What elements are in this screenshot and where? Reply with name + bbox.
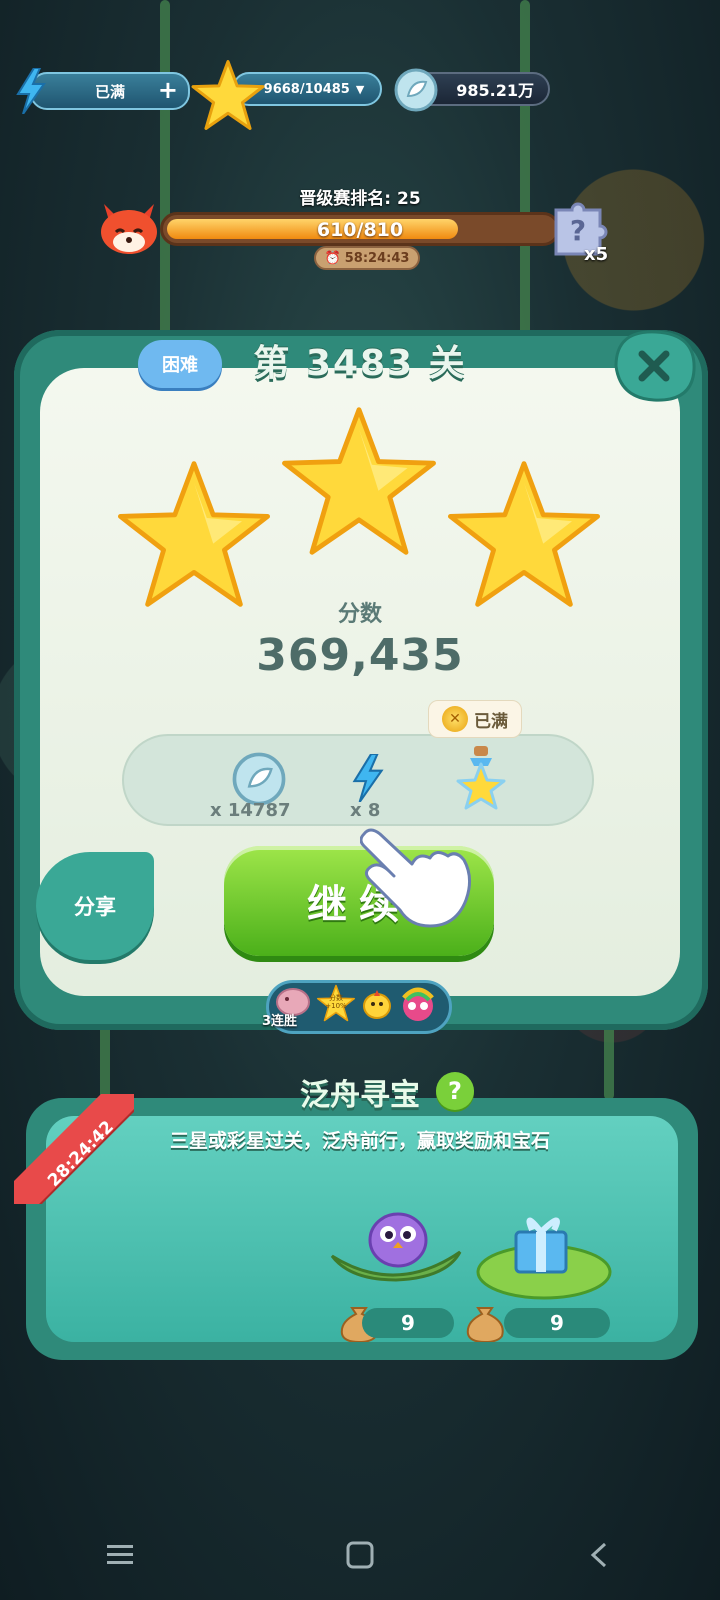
star-bonus-line1: 分数: [329, 994, 343, 1002]
gift-counter: 9: [504, 1308, 610, 1338]
star-bonus-line2: +10%: [325, 1002, 347, 1010]
vine-left: [160, 0, 170, 340]
result-star-3: [448, 461, 600, 607]
add-energy-button[interactable]: +: [158, 76, 178, 104]
clock-icon: ⏰: [324, 250, 341, 266]
boat-counter: 9: [362, 1308, 454, 1338]
star-bonus-text: 分数 +10%: [322, 994, 350, 1010]
share-label: 分享: [74, 895, 116, 919]
coins-count: 985.21万: [456, 81, 534, 100]
lightning-icon: [16, 68, 46, 114]
energy-status: 已满: [94, 82, 125, 101]
leaf-coin-icon: [232, 752, 286, 806]
event-timer-ribbon: 28:24:42: [14, 1094, 134, 1204]
ranking-progress-bar: 610/810: [160, 212, 560, 246]
pointing-hand-icon: [360, 828, 471, 928]
full-tag: ✕ 已满: [428, 700, 522, 738]
energy-pill[interactable]: 已满 +: [30, 72, 190, 110]
win-streak-label: 3连胜: [262, 1014, 298, 1029]
owl-boat-icon: [330, 1212, 462, 1282]
system-nav-bar: [0, 1510, 720, 1600]
result-star-2: [282, 407, 436, 555]
stars-count: 9668/10485: [263, 81, 350, 97]
full-tag-text: 已满: [474, 711, 508, 732]
star-icon: [191, 60, 265, 130]
help-icon[interactable]: ?: [436, 1072, 474, 1110]
coin-icon: ✕: [442, 706, 468, 732]
ranking-progress-text: 610/810: [316, 219, 404, 241]
home-button[interactable]: [330, 1530, 390, 1580]
leaf-coin-icon: [394, 68, 438, 112]
ranking-timer-text: 58:24:43: [344, 250, 410, 266]
gift-lilypad-icon: [476, 1217, 612, 1300]
back-icon: [590, 1542, 607, 1568]
square-icon: [346, 1541, 374, 1569]
back-button[interactable]: [570, 1530, 630, 1580]
share-button[interactable]: 分享: [36, 852, 154, 960]
recent-apps-button[interactable]: [90, 1530, 150, 1580]
star-bottle-icon: [456, 746, 506, 810]
vine-right: [520, 0, 530, 340]
chevron-down-icon: ▼: [355, 82, 365, 96]
menu-icon: [107, 1545, 133, 1564]
reward-coin-count: x 14787: [210, 800, 291, 821]
treasure-bag-icon: [466, 1307, 504, 1342]
result-star-1: [118, 461, 270, 607]
ranking-timer: ⏰ 58:24:43: [314, 246, 420, 270]
score-value: 369,435: [256, 630, 464, 681]
close-button[interactable]: [606, 326, 702, 406]
puzzle-count: x5: [584, 244, 609, 265]
resource-bar: 已满 + 9668/10485 ▼ 985.21万: [0, 60, 720, 130]
fox-avatar-icon: [101, 204, 157, 254]
score-label: 分数: [337, 602, 382, 627]
bird-icon: [363, 990, 391, 1019]
reward-energy-count: x 8: [350, 800, 381, 821]
svg-text:?: ?: [570, 214, 586, 247]
lightning-icon: [352, 754, 384, 802]
rainbow-owl-icon: [402, 987, 434, 1021]
